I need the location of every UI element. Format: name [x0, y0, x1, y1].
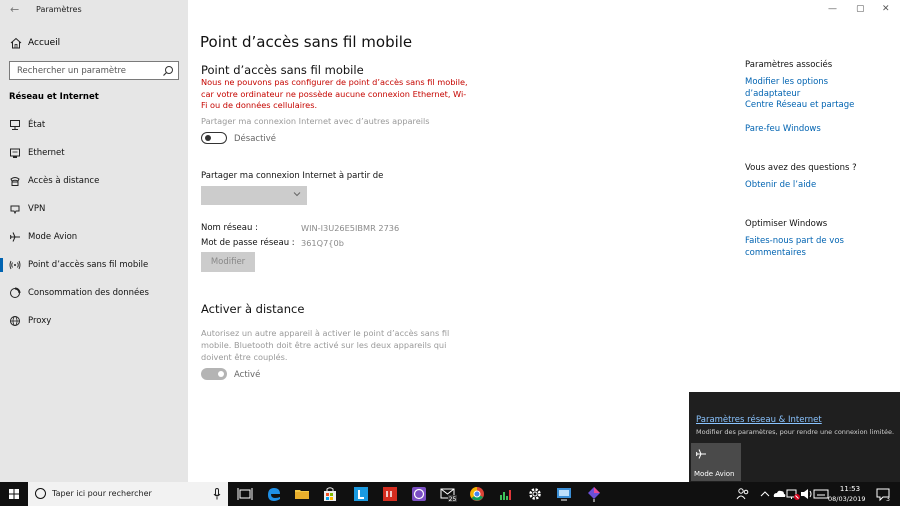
- remote-desktop-icon[interactable]: [555, 485, 573, 503]
- firewall-link[interactable]: Pare-feu Windows: [745, 123, 875, 135]
- sidebar-item-airplane-mode[interactable]: Mode Avion: [0, 225, 188, 249]
- hotspot-icon: [9, 260, 21, 270]
- tray-clock-time[interactable]: 11:53: [835, 485, 865, 493]
- home-link[interactable]: Accueil: [0, 34, 188, 52]
- sidebar-item-label: Accès à distance: [28, 176, 100, 186]
- airplane-icon: [696, 449, 706, 459]
- tray-clock-date[interactable]: 08/03/2019: [828, 495, 865, 503]
- home-label: Accueil: [28, 38, 61, 48]
- toggle-knob: [205, 135, 211, 141]
- people-icon[interactable]: [734, 485, 752, 503]
- ethernet-icon: [10, 148, 20, 158]
- task-view-icon[interactable]: [236, 485, 254, 503]
- taskbar-search-text: Taper ici pour rechercher: [52, 489, 152, 498]
- sidebar-item-data-usage[interactable]: Consommation des données: [0, 281, 188, 305]
- remote-section-title: Activer à distance: [201, 302, 305, 316]
- cortana-icon: [35, 488, 46, 499]
- share-from-label: Partager ma connexion Internet à partir …: [201, 171, 384, 181]
- related-settings-heading: Paramètres associés: [745, 60, 833, 70]
- toggle-knob: [218, 371, 224, 377]
- get-help-link[interactable]: Obtenir de l’aide: [745, 179, 875, 191]
- dialup-icon: [10, 177, 20, 186]
- app-red-icon[interactable]: [381, 485, 399, 503]
- notification-count: 3: [886, 496, 890, 503]
- windows-start-icon[interactable]: [0, 482, 28, 506]
- flyout-description: Modifier des paramètres, pour rendre une…: [696, 428, 895, 436]
- sidebar-item-ethernet[interactable]: Ethernet: [0, 141, 188, 165]
- vpn-icon: [10, 205, 20, 215]
- close-button[interactable]: ✕: [882, 4, 890, 14]
- maximize-button[interactable]: ▢: [856, 4, 865, 14]
- globe-icon: [10, 316, 20, 326]
- app-l-icon[interactable]: [352, 485, 370, 503]
- airplane-mode-tile[interactable]: Mode Avion: [691, 443, 741, 481]
- remote-toggle-state: Activé: [234, 370, 261, 380]
- file-explorer-icon[interactable]: [293, 485, 311, 503]
- airplane-tile-label: Mode Avion: [694, 470, 735, 478]
- status-icon: [10, 120, 20, 130]
- network-name-value: WIN-I3U26E5IBMR 2736: [301, 223, 400, 233]
- hotspot-section-title: Point d’accès sans fil mobile: [201, 63, 364, 77]
- sidebar-item-label: État: [28, 120, 46, 130]
- remote-power-on-toggle[interactable]: [201, 368, 227, 380]
- back-arrow-icon[interactable]: ←: [10, 3, 19, 16]
- sidebar-item-label: Ethernet: [28, 148, 65, 158]
- remote-description: Autorisez un autre appareil à activer le…: [201, 328, 450, 362]
- home-icon: [10, 37, 22, 49]
- hotspot-error-message: Nous ne pouvons pas configurer de point …: [201, 77, 468, 110]
- network-password-value: 361Q7{0b: [301, 238, 344, 248]
- sidebar-item-label: Proxy: [28, 316, 52, 326]
- network-flyout: Paramètres réseau & Internet Modifier de…: [689, 392, 900, 482]
- improve-windows-heading: Optimiser Windows: [745, 219, 828, 229]
- sidebar-item-proxy[interactable]: Proxy: [0, 309, 188, 333]
- search-placeholder: Rechercher un paramètre: [17, 66, 127, 76]
- minimize-button[interactable]: —: [828, 4, 837, 14]
- edge-browser-icon[interactable]: [265, 485, 283, 503]
- page-title: Point d’accès sans fil mobile: [200, 33, 413, 51]
- taskbar: Taper ici pour rechercher 25 11:53 08/03…: [0, 482, 900, 506]
- chrome-icon[interactable]: [468, 485, 486, 503]
- share-toggle-state: Désactivé: [234, 134, 277, 144]
- sidebar-item-label: Mode Avion: [28, 232, 78, 242]
- sidebar-section-heading: Réseau et Internet: [9, 92, 99, 102]
- sidebar-item-mobile-hotspot[interactable]: Point d’accès sans fil mobile: [0, 253, 188, 277]
- settings-gear-icon[interactable]: [526, 485, 544, 503]
- data-usage-icon: [10, 287, 21, 298]
- mail-badge: 25: [449, 496, 457, 503]
- network-settings-link[interactable]: Paramètres réseau & Internet: [696, 415, 822, 425]
- chevron-down-icon: [293, 192, 301, 197]
- sidebar-item-status[interactable]: État: [0, 113, 188, 137]
- airplane-icon: [10, 232, 20, 242]
- share-from-dropdown[interactable]: [201, 186, 307, 205]
- mail-icon[interactable]: 25: [439, 485, 457, 503]
- sidebar-item-dialup[interactable]: Accès à distance: [0, 169, 188, 193]
- sidebar-item-label: VPN: [28, 204, 46, 214]
- taskbar-search-input[interactable]: Taper ici pour rechercher: [28, 482, 228, 506]
- settings-sidebar: ← Paramètres Accueil Rechercher un param…: [0, 0, 188, 482]
- store-icon[interactable]: [321, 485, 339, 503]
- task-manager-icon[interactable]: [497, 485, 515, 503]
- network-name-label: Nom réseau :: [201, 223, 258, 233]
- sidebar-item-vpn[interactable]: VPN: [0, 197, 188, 221]
- adapter-options-link[interactable]: Modifier les options d’adaptateur: [745, 76, 875, 100]
- sidebar-item-label: Consommation des données: [28, 288, 149, 298]
- share-connection-label: Partager ma connexion Internet avec d’au…: [201, 116, 430, 126]
- whatsapp-icon[interactable]: [410, 485, 428, 503]
- edit-button[interactable]: Modifier: [201, 252, 255, 272]
- app-title: Paramètres: [36, 5, 82, 14]
- feedback-link[interactable]: Faites-nous part de vos commentaires: [745, 235, 875, 259]
- network-center-link[interactable]: Centre Réseau et partage: [745, 99, 875, 111]
- title-bar: ← Paramètres: [0, 0, 188, 20]
- notification-center-icon[interactable]: 3: [874, 485, 892, 503]
- microphone-icon[interactable]: [213, 488, 221, 500]
- network-password-label: Mot de passe réseau :: [201, 238, 295, 248]
- settings-search-input[interactable]: Rechercher un paramètre: [9, 61, 179, 80]
- app-balloon-icon[interactable]: [585, 485, 603, 503]
- search-icon: [163, 66, 173, 76]
- share-connection-toggle[interactable]: [201, 132, 227, 144]
- sidebar-item-label: Point d’accès sans fil mobile: [28, 260, 149, 270]
- questions-heading: Vous avez des questions ?: [745, 163, 857, 173]
